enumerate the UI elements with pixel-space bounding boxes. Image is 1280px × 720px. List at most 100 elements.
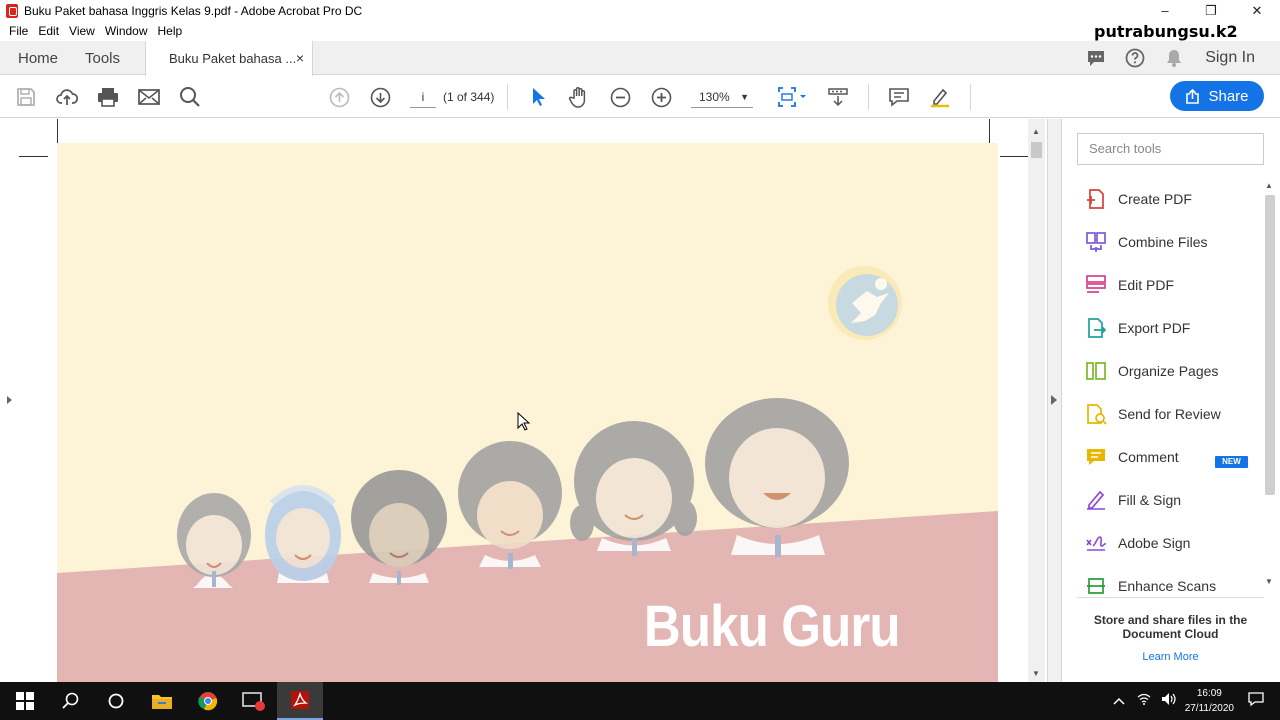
email-icon[interactable] xyxy=(138,86,160,108)
taskbar-search-icon[interactable] xyxy=(48,682,94,720)
search-icon[interactable] xyxy=(179,86,201,108)
tray-chevron-up-icon[interactable] xyxy=(1113,692,1125,710)
windows-logo-icon xyxy=(16,692,34,710)
notifications-icon[interactable] xyxy=(1248,691,1264,712)
create-pdf-icon xyxy=(1084,187,1108,211)
bell-icon[interactable] xyxy=(1164,48,1184,68)
tab-tools[interactable]: Tools xyxy=(85,50,120,67)
tool-label: Organize Pages xyxy=(1118,363,1219,379)
share-button[interactable]: Share xyxy=(1170,81,1264,111)
search-tools-input[interactable]: Search tools xyxy=(1077,133,1264,165)
menu-file[interactable]: File xyxy=(9,24,28,38)
kurikulum-logo xyxy=(828,266,902,340)
menu-window[interactable]: Window xyxy=(105,24,148,38)
toolbar-divider xyxy=(507,84,508,110)
zoom-out-icon[interactable] xyxy=(609,86,631,108)
help-icon[interactable] xyxy=(1125,48,1145,68)
tool-export-pdf[interactable]: Export PDF xyxy=(1084,313,1262,343)
toolbar-divider xyxy=(970,84,971,110)
close-window-button[interactable]: ✕ xyxy=(1234,0,1280,21)
collapse-panel-icon[interactable] xyxy=(1051,395,1057,405)
zoom-in-icon[interactable] xyxy=(650,86,672,108)
tool-organize-pages[interactable]: Organize Pages xyxy=(1084,356,1262,386)
file-explorer-icon[interactable] xyxy=(139,682,185,720)
scroll-up-icon[interactable]: ▲ xyxy=(1265,181,1273,190)
tab-home[interactable]: Home xyxy=(18,50,58,67)
upload-cloud-icon[interactable] xyxy=(56,86,78,108)
restore-button[interactable]: ❐ xyxy=(1188,0,1234,21)
document-scrollbar[interactable]: ▲ ▼ xyxy=(1028,119,1045,682)
print-icon[interactable] xyxy=(97,86,119,108)
scrollbar-thumb[interactable] xyxy=(1265,195,1275,495)
previous-page-icon[interactable] xyxy=(328,86,350,108)
panel-toggle[interactable] xyxy=(1047,119,1062,682)
fit-page-icon[interactable] xyxy=(776,86,808,108)
scroll-down-icon[interactable]: ▼ xyxy=(1032,669,1040,678)
tool-combine-files[interactable]: Combine Files xyxy=(1084,227,1262,257)
minimize-button[interactable]: – xyxy=(1142,0,1188,21)
send-review-icon xyxy=(1084,402,1108,426)
share-icon xyxy=(1186,88,1200,104)
share-label: Share xyxy=(1208,87,1249,105)
scrollbar-thumb[interactable] xyxy=(1031,142,1042,158)
save-icon[interactable] xyxy=(15,86,37,108)
scroll-down-icon[interactable]: ▼ xyxy=(1265,577,1273,586)
tool-fill-sign[interactable]: Fill & Sign xyxy=(1084,485,1262,515)
tool-label: Fill & Sign xyxy=(1118,492,1182,508)
document-cloud-promo: Store and share files in the Document Cl… xyxy=(1077,597,1264,682)
chat-icon[interactable] xyxy=(1086,48,1106,68)
tool-edit-pdf[interactable]: Edit PDF xyxy=(1084,270,1262,300)
tool-comment[interactable]: Comment xyxy=(1084,442,1262,472)
sign-in-link[interactable]: Sign In xyxy=(1205,49,1255,67)
zoom-dropdown[interactable]: 130% ▼ xyxy=(691,86,753,108)
expand-left-panel-icon[interactable] xyxy=(7,396,12,404)
book-title: Buku Guru xyxy=(644,594,901,659)
scroll-up-icon[interactable]: ▲ xyxy=(1032,127,1040,136)
tool-label: Comment xyxy=(1118,449,1179,465)
export-pdf-icon xyxy=(1084,316,1108,340)
comment-tool-icon[interactable] xyxy=(888,86,910,108)
chevron-down-icon: ▼ xyxy=(740,92,749,102)
tool-label: Enhance Scans xyxy=(1118,578,1217,594)
organize-pages-icon xyxy=(1084,359,1108,383)
document-viewer[interactable]: Buku Guru ▲ ▼ xyxy=(0,119,1047,682)
cortana-icon[interactable] xyxy=(93,682,139,720)
tool-create-pdf[interactable]: Create PDF xyxy=(1084,184,1262,214)
hand-tool-icon[interactable] xyxy=(568,86,590,108)
highlight-pen-icon[interactable] xyxy=(929,86,951,108)
tool-list: Create PDF Combine Files Edit PDF Export… xyxy=(1062,178,1262,596)
tool-enhance-scans[interactable]: Enhance Scans xyxy=(1084,571,1262,596)
learn-more-link[interactable]: Learn More xyxy=(1077,651,1264,663)
tools-panel: Search tools Create PDF Combine Files Ed… xyxy=(1062,119,1280,682)
system-clock[interactable]: 16:09 27/11/2020 xyxy=(1185,686,1234,716)
start-button[interactable] xyxy=(2,682,48,720)
combine-files-icon xyxy=(1084,230,1108,254)
page-count: (1 of 344) xyxy=(443,90,495,104)
acrobat-taskbar-icon[interactable] xyxy=(277,682,323,720)
comment-icon xyxy=(1084,445,1108,469)
menu-edit[interactable]: Edit xyxy=(38,24,59,38)
header-actions: Sign In xyxy=(1086,41,1280,75)
network-icon[interactable] xyxy=(1137,692,1151,710)
window-controls: – ❐ ✕ xyxy=(1142,0,1280,21)
title-bar: Buku Paket bahasa Inggris Kelas 9.pdf - … xyxy=(0,0,1280,21)
menu-view[interactable]: View xyxy=(69,24,95,38)
windows-taskbar: 16:09 27/11/2020 xyxy=(0,682,1280,720)
select-tool-icon[interactable] xyxy=(527,86,549,108)
tool-adobe-sign[interactable]: Adobe Sign xyxy=(1084,528,1262,558)
close-tab-icon[interactable]: × xyxy=(296,50,304,66)
tool-label: Send for Review xyxy=(1118,406,1221,422)
tools-scrollbar[interactable]: ▲ ▼ xyxy=(1263,181,1277,589)
tool-label: Create PDF xyxy=(1118,191,1192,207)
tab-document[interactable]: Buku Paket bahasa ... × xyxy=(145,41,313,76)
next-page-icon[interactable] xyxy=(369,86,391,108)
volume-icon[interactable] xyxy=(1161,692,1177,711)
screen-recorder-icon[interactable] xyxy=(231,682,277,720)
page-number-input[interactable]: i xyxy=(410,86,436,108)
tool-send-for-review[interactable]: Send for Review xyxy=(1084,399,1262,429)
chrome-icon[interactable] xyxy=(185,682,231,720)
menu-help[interactable]: Help xyxy=(158,24,183,38)
toolbar-divider xyxy=(868,84,869,110)
scroll-mode-icon[interactable] xyxy=(827,86,849,108)
menu-bar: File Edit View Window Help xyxy=(0,21,1280,41)
